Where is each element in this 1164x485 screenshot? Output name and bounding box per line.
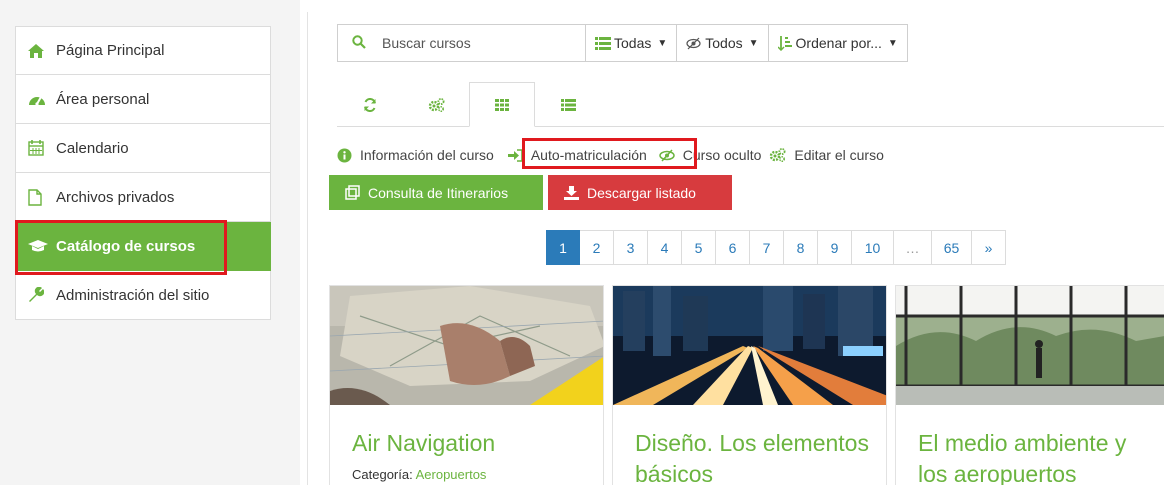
sort-label: Ordenar por... xyxy=(795,35,882,51)
caret-down-icon: ▼ xyxy=(657,37,668,49)
page-link-6[interactable]: 6 xyxy=(716,230,750,265)
caret-down-icon: ▼ xyxy=(748,37,759,49)
page-link-2[interactable]: 2 xyxy=(580,230,614,265)
sidebar-item-label: Área personal xyxy=(56,90,150,108)
page-link-1[interactable]: 1 xyxy=(546,230,580,265)
page: Página Principal Área personal Calendari… xyxy=(0,0,1164,485)
itineraries-button-label: Consulta de Itinerarios xyxy=(368,184,509,201)
sidebar-nav: Página Principal Área personal Calendari… xyxy=(15,26,271,320)
search-placeholder: Buscar cursos xyxy=(382,35,471,51)
page-link-7[interactable]: 7 xyxy=(750,230,784,265)
course-category: Categoría: Aeropuertos xyxy=(352,467,486,482)
sidebar-item-home[interactable]: Página Principal xyxy=(15,26,271,75)
sign-in-icon xyxy=(507,148,523,162)
sidebar-item-site-admin[interactable]: Administración del sitio xyxy=(15,271,271,320)
sidebar-item-label: Calendario xyxy=(56,139,129,157)
tab-list-view[interactable] xyxy=(535,82,601,127)
view-tabs xyxy=(337,82,1164,127)
legend-info-label: Información del curso xyxy=(360,147,494,163)
sidebar-item-label: Página Principal xyxy=(56,42,165,59)
category-filter-dropdown[interactable]: Todas ▼ xyxy=(586,24,678,62)
tab-refresh[interactable] xyxy=(337,82,403,127)
page-link-5[interactable]: 5 xyxy=(682,230,716,265)
calendar-icon xyxy=(28,139,50,157)
sidebar-item-dashboard[interactable]: Área personal xyxy=(15,75,271,124)
course-card[interactable]: Diseño. Los elementos básicos xyxy=(612,285,887,485)
tab-grid-view[interactable] xyxy=(469,82,535,127)
sidebar-item-label: Administración del sitio xyxy=(56,286,210,304)
tab-settings[interactable] xyxy=(403,82,469,127)
search-input[interactable]: Buscar cursos xyxy=(337,24,586,62)
dashboard-icon xyxy=(28,90,50,108)
page-ellipsis: … xyxy=(894,230,932,265)
file-icon xyxy=(28,188,50,206)
search-icon xyxy=(352,34,366,52)
home-icon xyxy=(28,42,50,60)
course-image-map xyxy=(330,286,603,405)
course-category-link[interactable]: Aeropuertos xyxy=(416,467,487,482)
download-icon xyxy=(564,185,579,200)
download-list-button[interactable]: Descargar listado xyxy=(548,175,732,210)
course-title[interactable]: Diseño. Los elementos básicos xyxy=(635,428,875,485)
highlight-box xyxy=(15,220,227,275)
course-title[interactable]: Air Navigation xyxy=(352,428,592,459)
page-link-10[interactable]: 10 xyxy=(852,230,894,265)
caret-down-icon: ▼ xyxy=(887,37,898,49)
clone-icon xyxy=(345,185,360,200)
download-list-button-label: Descargar listado xyxy=(587,184,696,201)
info-circle-icon xyxy=(337,148,352,163)
list-icon xyxy=(595,36,611,50)
refresh-icon xyxy=(363,97,377,112)
visibility-filter-label: Todos xyxy=(705,35,743,51)
cogs-icon xyxy=(769,148,786,162)
grid-icon xyxy=(495,98,509,111)
sidebar-item-calendar[interactable]: Calendario xyxy=(15,124,271,173)
cogs-icon xyxy=(428,97,445,112)
divider xyxy=(307,12,308,485)
pagination: 1 2 3 4 5 6 7 8 9 10 … 65 » xyxy=(546,230,1006,265)
visibility-filter-dropdown[interactable]: Todos ▼ xyxy=(677,24,769,62)
sort-dropdown[interactable]: Ordenar por... ▼ xyxy=(768,24,908,62)
page-link-3[interactable]: 3 xyxy=(614,230,648,265)
sidebar-item-private-files[interactable]: Archivos privados xyxy=(15,173,271,222)
course-card[interactable]: Air Navigation Categoría: Aeropuertos xyxy=(329,285,604,485)
course-image-terminal xyxy=(896,286,1164,405)
catalog-toolbar: Buscar cursos Todas ▼ Todos ▼ Ordenar po… xyxy=(337,24,908,62)
wrench-icon xyxy=(28,286,50,304)
course-card[interactable]: El medio ambiente y los aeropuertos xyxy=(895,285,1164,485)
sidebar-item-label: Archivos privados xyxy=(56,188,175,206)
page-link-65[interactable]: 65 xyxy=(932,230,972,265)
list-icon xyxy=(560,98,576,111)
course-category-label: Categoría: xyxy=(352,467,413,482)
next-page-link[interactable]: » xyxy=(972,230,1006,265)
eye-slash-icon xyxy=(686,37,701,50)
course-title[interactable]: El medio ambiente y los aeropuertos xyxy=(918,428,1158,485)
legend-edit: Editar el curso xyxy=(769,147,884,163)
sort-icon xyxy=(777,35,792,51)
course-image-city xyxy=(613,286,886,405)
page-link-8[interactable]: 8 xyxy=(784,230,818,265)
legend-edit-label: Editar el curso xyxy=(794,147,884,163)
legend-info: Información del curso xyxy=(337,147,494,163)
page-link-9[interactable]: 9 xyxy=(818,230,852,265)
itineraries-button[interactable]: Consulta de Itinerarios xyxy=(329,175,543,210)
highlight-box xyxy=(522,138,697,169)
category-filter-label: Todas xyxy=(614,35,652,51)
page-link-4[interactable]: 4 xyxy=(648,230,682,265)
